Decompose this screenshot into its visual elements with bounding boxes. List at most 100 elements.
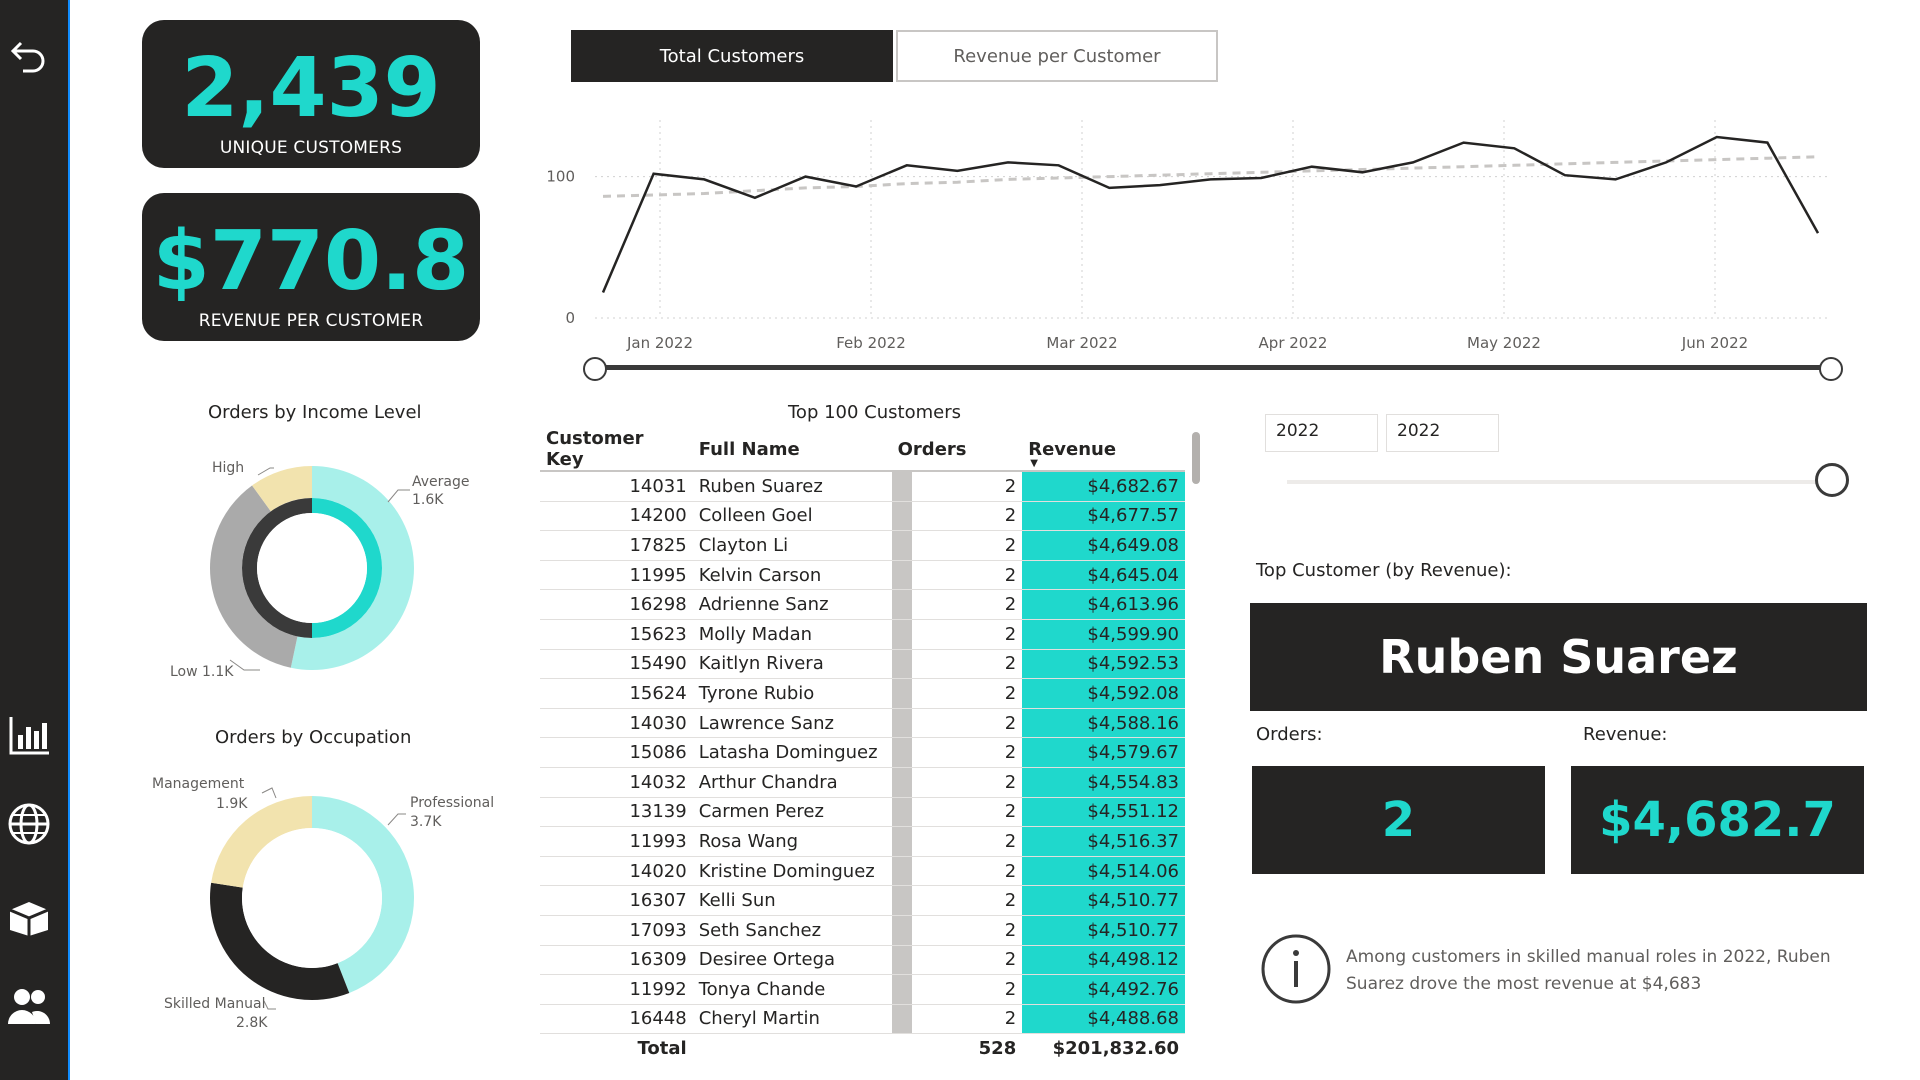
table-row[interactable]: 16448 Cheryl Martin 2 $4,488.68 [540,1004,1185,1035]
value-skilled-manual: 2.8K [236,1015,268,1030]
orders-value: 2 [1004,890,1017,912]
year-slider-handle[interactable] [1815,463,1849,497]
year-from-input[interactable]: 2022 [1265,414,1378,452]
orders-databar [891,767,912,797]
donut-hole [257,513,367,623]
cell-full-name: Seth Sanchez [692,915,892,946]
orders-databar [891,886,912,915]
top-customer-orders-card: 2 [1252,766,1545,874]
cell-full-name: Carmen Perez [692,797,892,828]
cell-orders: 2 [891,530,1023,561]
cell-revenue: $4,510.77 [1022,885,1185,916]
orders-value: 2 [1004,505,1017,527]
top-customer-heading: Top Customer (by Revenue): [1256,560,1512,581]
leader-professional [387,813,406,826]
cell-revenue: $4,677.57 [1022,501,1185,532]
y-tick-label: 0 [565,309,575,327]
cell-customer-key: 14032 [540,767,693,798]
orders-databar [891,472,912,501]
table-row[interactable]: 14200 Colleen Goel 2 $4,677.57 [540,501,1185,532]
table-title: Top 100 Customers [788,402,961,423]
table-row[interactable]: 16298 Adrienne Sanz 2 $4,613.96 [540,589,1185,620]
table-row[interactable]: 15490 Kaitlyn Rivera 2 $4,592.53 [540,649,1185,680]
revenue-label: Revenue: [1583,724,1668,745]
cell-full-name: Kaitlyn Rivera [692,649,892,680]
cell-full-name: Kristine Dominguez [692,856,892,887]
table-row[interactable]: 13139 Carmen Perez 2 $4,551.12 [540,797,1185,828]
back-arrow-icon[interactable] [6,34,52,80]
table-row[interactable]: 16309 Desiree Ortega 2 $4,498.12 [540,945,1185,976]
table-row[interactable]: 15086 Latasha Dominguez 2 $4,579.67 [540,737,1185,768]
top-customers-table: Customer Key Full Name Orders Revenue ▼ 1… [540,428,1185,1063]
table-row[interactable]: 15623 Molly Madan 2 $4,599.90 [540,619,1185,650]
cell-orders: 2 [891,797,1023,828]
bar-chart-icon[interactable] [6,712,52,758]
sort-desc-icon: ▼ [1030,458,1038,469]
orders-databar [891,827,912,856]
cell-customer-key: 16298 [540,589,693,620]
table-row[interactable]: 11993 Rosa Wang 2 $4,516.37 [540,826,1185,857]
tab-revenue-per-customer[interactable]: Revenue per Customer [896,30,1218,82]
trend-line [602,155,1819,198]
cell-orders: 2 [891,915,1023,946]
table-row[interactable]: 17093 Seth Sanchez 2 $4,510.77 [540,915,1185,946]
orders-value: 2 [1004,919,1017,941]
cell-orders: 2 [891,471,1023,502]
unique-customers-card: 2,439 UNIQUE CUSTOMERS [142,20,480,168]
orders-databar [891,590,912,619]
total-revenue: $201,832.60 [1022,1033,1185,1063]
table-scrollbar[interactable] [1192,432,1200,484]
cell-revenue: $4,682.67 [1022,471,1185,502]
value-professional: 3.7K [410,814,442,830]
table-row[interactable]: 14031 Ruben Suarez 2 $4,682.67 [540,471,1185,502]
table-row[interactable]: 16307 Kelli Sun 2 $4,510.77 [540,885,1185,916]
label-professional: Professional [410,795,494,811]
orders-value: 2 [1004,860,1017,882]
cell-full-name: Molly Madan [692,619,892,650]
box-icon[interactable] [6,895,52,941]
table-row[interactable]: 14032 Arthur Chandra 2 $4,554.83 [540,767,1185,798]
col-orders[interactable]: Orders [891,428,1023,472]
date-range-start-handle[interactable] [583,357,607,381]
cell-full-name: Colleen Goel [692,501,892,532]
cell-customer-key: 16448 [540,1004,693,1035]
globe-icon[interactable] [6,801,52,847]
revenue-per-customer-card: $770.8 REVENUE PER CUSTOMER [142,193,480,341]
cell-orders: 2 [891,560,1023,591]
tab-total-customers[interactable]: Total Customers [571,30,893,82]
col-revenue[interactable]: Revenue ▼ [1022,428,1185,472]
table-row[interactable]: 14020 Kristine Dominguez 2 $4,514.06 [540,856,1185,887]
col-full-name[interactable]: Full Name [692,428,892,472]
col-customer-key[interactable]: Customer Key [540,428,693,472]
occupation-donut-chart: Professional 3.7K Management 1.9K Skilled Ma… [152,776,494,1030]
cell-revenue: $4,579.67 [1022,737,1185,768]
table-row[interactable]: 14030 Lawrence Sanz 2 $4,588.16 [540,708,1185,739]
value-management: 1.9K [216,796,248,812]
cell-orders: 2 [891,589,1023,620]
cell-full-name: Desiree Ortega [692,945,892,976]
cell-revenue: $4,514.06 [1022,856,1185,887]
users-icon[interactable] [6,983,52,1029]
orders-databar [891,679,912,708]
cell-full-name: Tyrone Rubio [692,678,892,709]
cell-full-name: Arthur Chandra [692,767,892,798]
donut-hole [242,828,382,968]
date-range-end-handle[interactable] [1819,357,1843,381]
table-row[interactable]: 11992 Tonya Chande 2 $4,492.76 [540,974,1185,1005]
orders-value: 2 [1004,978,1017,1000]
table-row[interactable]: 15624 Tyrone Rubio 2 $4,592.08 [540,678,1185,709]
orders-value: 2 [1004,830,1017,852]
table-row[interactable]: 11995 Kelvin Carson 2 $4,645.04 [540,560,1185,591]
orders-value: 2 [1004,771,1017,793]
year-to-input[interactable]: 2022 [1386,414,1499,452]
cell-revenue: $4,510.77 [1022,915,1185,946]
x-tick-label: Jan 2022 [626,334,693,352]
cell-orders: 2 [891,678,1023,709]
orders-databar [891,975,912,1004]
orders-value: 2 [1004,712,1017,734]
x-tick-label: Feb 2022 [836,334,906,352]
customers-line [601,135,1820,293]
leader-low [229,659,260,671]
cell-revenue: $4,488.68 [1022,1004,1185,1035]
table-row[interactable]: 17825 Clayton Li 2 $4,649.08 [540,530,1185,561]
